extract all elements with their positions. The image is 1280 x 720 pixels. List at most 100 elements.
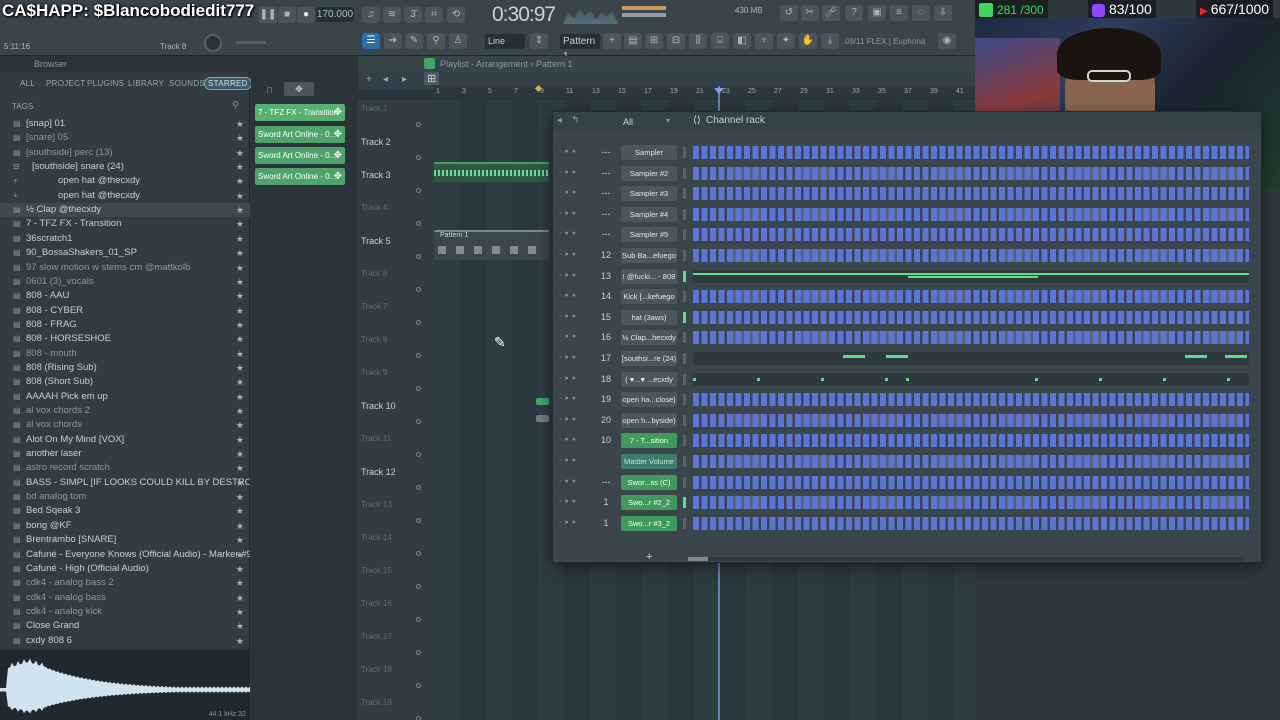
mixer-track-number[interactable]: --- — [597, 474, 615, 491]
pan-volume-knobs[interactable]: ◦●● — [559, 375, 593, 383]
browser-item[interactable]: ▤ [snap] 01 ★ — [0, 117, 250, 131]
pan-volume-knobs[interactable]: ◦●● — [559, 313, 593, 321]
browser-item[interactable]: ▤ al vox chords 2 ★ — [0, 404, 250, 418]
magnet-icon[interactable]: ⊓ — [266, 85, 273, 96]
tab-sounds[interactable]: SOUNDS — [169, 79, 205, 88]
browser-item[interactable]: ▤ 808 - AAU ★ — [0, 289, 250, 303]
countdown-icon[interactable]: 3̄ — [404, 7, 422, 23]
channel-button[interactable]: Sampler #5 — [621, 227, 677, 243]
step-sequencer[interactable] — [693, 434, 1249, 448]
channel-select-led[interactable] — [683, 414, 686, 426]
step-sequencer[interactable] — [693, 496, 1249, 510]
channel-button[interactable]: Swo...r #3_2 — [621, 515, 677, 531]
tab-project[interactable]: PROJECT — [46, 79, 85, 88]
browser-item[interactable]: ▤ BASS - SIMPL [IF LOOKS COULD KILL BY DE… — [0, 476, 250, 490]
star-icon[interactable]: ★ — [236, 347, 244, 361]
channel-button[interactable]: 7 - T...sition — [621, 433, 677, 449]
cut-icon[interactable]: ✂ — [801, 5, 819, 21]
step-sequencer[interactable] — [693, 455, 1249, 468]
star-icon[interactable]: ★ — [236, 447, 244, 461]
star-icon[interactable]: ★ — [236, 504, 244, 518]
track-mute-icon[interactable] — [416, 716, 421, 720]
add-pattern-icon[interactable]: + — [603, 33, 621, 49]
star-icon[interactable]: ★ — [236, 304, 244, 318]
master-volume-knob[interactable] — [204, 34, 222, 52]
browser-item[interactable]: ▤ 36scratch1 ★ — [0, 232, 250, 246]
pan-volume-knobs[interactable]: ◦●● — [559, 272, 593, 280]
browser-item[interactable]: ▤ Brentrambo [SNARE] ★ — [0, 533, 250, 547]
playlist-title[interactable]: Playlist - Arrangement › Pattern 1 — [358, 56, 975, 72]
star-icon[interactable]: ★ — [236, 476, 244, 490]
browser-title[interactable]: Browser — [0, 56, 250, 72]
pattern-clip[interactable]: Pattern 1 — [434, 230, 549, 260]
piano-roll-icon[interactable]: ⊞ — [645, 33, 663, 49]
pan-volume-knobs[interactable]: ◦●● — [559, 519, 593, 527]
mixer-track-number[interactable] — [597, 453, 615, 470]
mixer-track-number[interactable]: --- — [597, 144, 615, 161]
channel-button[interactable]: Swor...ss (C) — [621, 474, 677, 490]
star-icon[interactable]: ★ — [236, 490, 244, 504]
pattern-song-toggle[interactable]: ☰ — [362, 33, 380, 49]
chat-icon[interactable]: ◌ — [912, 5, 930, 21]
render-icon[interactable]: ⤓ — [821, 33, 839, 49]
step-sequencer[interactable] — [693, 516, 1249, 530]
channel-button[interactable]: Sampler #2 — [621, 165, 677, 181]
channel-button[interactable]: Sampler #4 — [621, 206, 677, 222]
swing-icon[interactable]: ↰ — [571, 112, 579, 130]
channel-select-led[interactable] — [683, 476, 686, 488]
track-mute-icon[interactable] — [416, 650, 421, 655]
star-icon[interactable]: ★ — [236, 332, 244, 346]
star-icon[interactable]: ★ — [236, 189, 244, 203]
channel-select-led[interactable] — [683, 517, 686, 529]
star-icon[interactable]: ★ — [236, 160, 244, 174]
help-icon[interactable]: ? — [845, 5, 863, 21]
add-track-icon[interactable]: + — [366, 74, 372, 85]
channel-select-led[interactable] — [683, 270, 686, 282]
rack-scrollbar[interactable] — [688, 557, 1244, 561]
pan-volume-knobs[interactable]: ◦●● — [559, 148, 593, 156]
track-label[interactable]: Track 9 — [361, 368, 431, 377]
news-icon[interactable]: ◉ — [938, 33, 956, 49]
channel-button[interactable]: open h...byside) — [621, 412, 677, 428]
track-label[interactable]: Track 15 — [361, 566, 431, 575]
browser-item[interactable]: ▤ Bed Sqeak 3 ★ — [0, 504, 250, 518]
pattern-select[interactable]: Pattern 1 — [560, 34, 600, 62]
link-icon[interactable]: ⚲ — [427, 33, 445, 49]
browser-item[interactable]: ▤ bd analog tom ★ — [0, 490, 250, 504]
pan-volume-knobs[interactable]: ◦●● — [559, 416, 593, 424]
channel-select-led[interactable] — [683, 291, 686, 303]
browser-item[interactable]: ▤ cdk4 - analog kick ★ — [0, 605, 250, 619]
picker-item[interactable]: Sword Art Online - 0... ✥ — [255, 126, 345, 143]
star-icon[interactable]: ★ — [236, 146, 244, 160]
undo-icon[interactable]: ↺ — [780, 5, 798, 21]
channel-button[interactable]: ( ♥...♥ ...ecxdy — [621, 371, 677, 387]
track-label[interactable]: Track 5 — [361, 236, 431, 246]
star-icon[interactable]: ★ — [236, 461, 244, 475]
star-icon[interactable]: ★ — [236, 289, 244, 303]
browser-item[interactable]: ▤ 97 slow motion w stems cm @mattkolb ★ — [0, 261, 250, 275]
step-sequencer[interactable] — [693, 290, 1249, 304]
track-label[interactable]: Track 18 — [361, 665, 431, 674]
star-icon[interactable]: ★ — [236, 576, 244, 590]
mixer-track-number[interactable]: 13 — [597, 268, 615, 285]
step-sequencer[interactable] — [693, 331, 1249, 345]
channel-select-led[interactable] — [683, 332, 686, 344]
star-icon[interactable]: ★ — [236, 418, 244, 432]
rack-menu-icon[interactable]: ◂ — [557, 112, 562, 130]
browser-item[interactable]: ▤ 90_BossaShakers_01_SP ★ — [0, 246, 250, 260]
channel-button[interactable]: [southsi...re (24) — [621, 351, 677, 366]
pan-volume-knobs[interactable]: ◦●● — [559, 436, 593, 444]
channel-select-led[interactable] — [683, 208, 686, 220]
browser-item[interactable]: ▤ another laser ★ — [0, 447, 250, 461]
track-label[interactable]: Track 11 — [361, 434, 431, 443]
track-label[interactable]: Track 13 — [361, 500, 431, 509]
channel-select-led[interactable] — [683, 394, 686, 406]
pan-volume-knobs[interactable]: ◦●● — [559, 457, 593, 465]
mixer-track-number[interactable]: --- — [597, 185, 615, 202]
browser-item[interactable]: ▤ 0601 (3)_vocals ★ — [0, 275, 250, 289]
channel-select-led[interactable] — [683, 188, 686, 200]
browser-item[interactable]: ▤ 808 - HORSESHOE ★ — [0, 332, 250, 346]
snap-arrow-icon[interactable]: ⇕ — [530, 33, 548, 49]
channel-select-led[interactable] — [683, 497, 686, 509]
tags-label[interactable]: TAGS — [12, 102, 33, 111]
